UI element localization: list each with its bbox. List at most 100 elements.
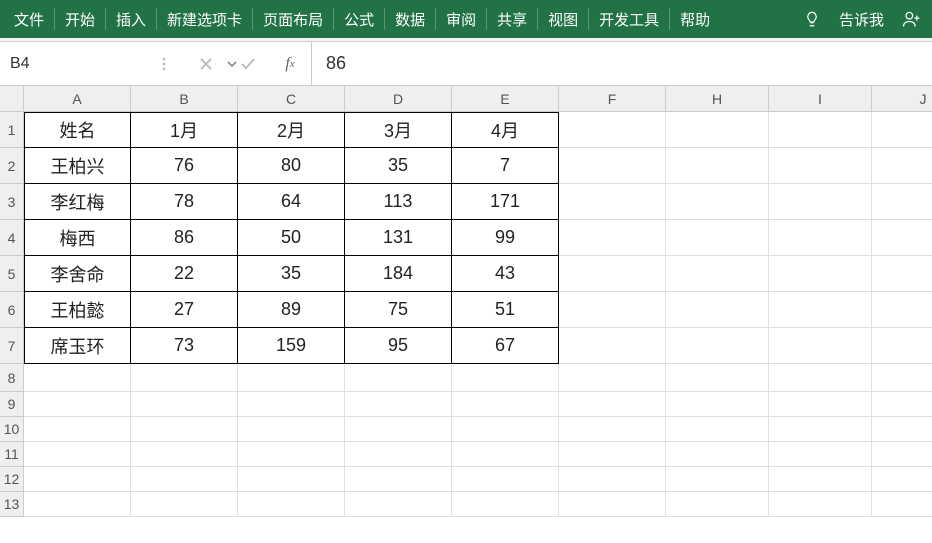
row-header-7[interactable]: 7 bbox=[0, 328, 24, 364]
cell-A6[interactable]: 王柏懿 bbox=[24, 292, 131, 328]
cell-J7[interactable] bbox=[872, 328, 932, 364]
cell-F6[interactable] bbox=[559, 292, 666, 328]
cell-C13[interactable] bbox=[238, 492, 345, 517]
ribbon-tab-2[interactable]: 插入 bbox=[106, 1, 156, 38]
cell-I13[interactable] bbox=[769, 492, 872, 517]
cell-A2[interactable]: 王柏兴 bbox=[24, 148, 131, 184]
cancel-icon[interactable] bbox=[185, 42, 227, 85]
cell-C8[interactable] bbox=[238, 364, 345, 392]
cell-A3[interactable]: 李红梅 bbox=[24, 184, 131, 220]
cell-B6[interactable]: 27 bbox=[131, 292, 238, 328]
cell-E1[interactable]: 4月 bbox=[452, 112, 559, 148]
cell-D1[interactable]: 3月 bbox=[345, 112, 452, 148]
cell-H9[interactable] bbox=[666, 392, 769, 417]
cell-C2[interactable]: 80 bbox=[238, 148, 345, 184]
col-header-J[interactable]: J bbox=[872, 86, 932, 112]
cell-I4[interactable] bbox=[769, 220, 872, 256]
col-header-A[interactable]: A bbox=[24, 86, 131, 112]
col-header-E[interactable]: E bbox=[452, 86, 559, 112]
row-header-8[interactable]: 8 bbox=[0, 364, 24, 392]
row-header-5[interactable]: 5 bbox=[0, 256, 24, 292]
cell-C10[interactable] bbox=[238, 417, 345, 442]
cell-F2[interactable] bbox=[559, 148, 666, 184]
cell-E11[interactable] bbox=[452, 442, 559, 467]
cell-A5[interactable]: 李舍命 bbox=[24, 256, 131, 292]
row-header-10[interactable]: 10 bbox=[0, 417, 24, 442]
cell-H5[interactable] bbox=[666, 256, 769, 292]
cell-C3[interactable]: 64 bbox=[238, 184, 345, 220]
cell-H11[interactable] bbox=[666, 442, 769, 467]
cell-C6[interactable]: 89 bbox=[238, 292, 345, 328]
cell-C1[interactable]: 2月 bbox=[238, 112, 345, 148]
ribbon-tab-0[interactable]: 文件 bbox=[4, 1, 54, 38]
cell-I2[interactable] bbox=[769, 148, 872, 184]
cell-H4[interactable] bbox=[666, 220, 769, 256]
row-header-6[interactable]: 6 bbox=[0, 292, 24, 328]
cell-H7[interactable] bbox=[666, 328, 769, 364]
cell-D2[interactable]: 35 bbox=[345, 148, 452, 184]
cell-A9[interactable] bbox=[24, 392, 131, 417]
cell-C5[interactable]: 35 bbox=[238, 256, 345, 292]
cell-F9[interactable] bbox=[559, 392, 666, 417]
cell-I3[interactable] bbox=[769, 184, 872, 220]
cell-D4[interactable]: 131 bbox=[345, 220, 452, 256]
cell-I8[interactable] bbox=[769, 364, 872, 392]
row-header-12[interactable]: 12 bbox=[0, 467, 24, 492]
col-header-H[interactable]: H bbox=[666, 86, 769, 112]
cell-D13[interactable] bbox=[345, 492, 452, 517]
cell-E9[interactable] bbox=[452, 392, 559, 417]
ribbon-tab-10[interactable]: 开发工具 bbox=[589, 1, 669, 38]
cell-H13[interactable] bbox=[666, 492, 769, 517]
row-header-1[interactable]: 1 bbox=[0, 112, 24, 148]
cell-F4[interactable] bbox=[559, 220, 666, 256]
cell-D9[interactable] bbox=[345, 392, 452, 417]
cell-E4[interactable]: 99 bbox=[452, 220, 559, 256]
col-header-F[interactable]: F bbox=[559, 86, 666, 112]
cell-J10[interactable] bbox=[872, 417, 932, 442]
cell-J6[interactable] bbox=[872, 292, 932, 328]
cell-J13[interactable] bbox=[872, 492, 932, 517]
formula-input[interactable] bbox=[312, 42, 932, 85]
ribbon-tab-5[interactable]: 公式 bbox=[334, 1, 384, 38]
cell-C9[interactable] bbox=[238, 392, 345, 417]
tell-me[interactable]: 告诉我 bbox=[829, 1, 894, 38]
cell-E8[interactable] bbox=[452, 364, 559, 392]
cell-B7[interactable]: 73 bbox=[131, 328, 238, 364]
cell-E2[interactable]: 7 bbox=[452, 148, 559, 184]
cell-B4[interactable]: 86 bbox=[131, 220, 238, 256]
cell-F1[interactable] bbox=[559, 112, 666, 148]
cell-B12[interactable] bbox=[131, 467, 238, 492]
cell-I1[interactable] bbox=[769, 112, 872, 148]
cell-B9[interactable] bbox=[131, 392, 238, 417]
cell-A10[interactable] bbox=[24, 417, 131, 442]
cell-F11[interactable] bbox=[559, 442, 666, 467]
select-all-corner[interactable] bbox=[0, 86, 24, 112]
cell-I10[interactable] bbox=[769, 417, 872, 442]
cell-C4[interactable]: 50 bbox=[238, 220, 345, 256]
cell-H6[interactable] bbox=[666, 292, 769, 328]
cell-D8[interactable] bbox=[345, 364, 452, 392]
ribbon-tab-6[interactable]: 数据 bbox=[385, 1, 435, 38]
cell-C12[interactable] bbox=[238, 467, 345, 492]
col-header-C[interactable]: C bbox=[238, 86, 345, 112]
row-header-3[interactable]: 3 bbox=[0, 184, 24, 220]
cell-A12[interactable] bbox=[24, 467, 131, 492]
cell-I6[interactable] bbox=[769, 292, 872, 328]
cell-J2[interactable] bbox=[872, 148, 932, 184]
cell-F7[interactable] bbox=[559, 328, 666, 364]
cell-I9[interactable] bbox=[769, 392, 872, 417]
cell-H3[interactable] bbox=[666, 184, 769, 220]
sheet-grid[interactable]: ABCDEFHIJ 12345678910111213 姓名1月2月3月4月王柏… bbox=[0, 86, 932, 543]
cell-D7[interactable]: 95 bbox=[345, 328, 452, 364]
cell-B10[interactable] bbox=[131, 417, 238, 442]
cell-H8[interactable] bbox=[666, 364, 769, 392]
cell-F3[interactable] bbox=[559, 184, 666, 220]
cell-E7[interactable]: 67 bbox=[452, 328, 559, 364]
row-header-11[interactable]: 11 bbox=[0, 442, 24, 467]
row-header-13[interactable]: 13 bbox=[0, 492, 24, 517]
ribbon-tab-3[interactable]: 新建选项卡 bbox=[157, 1, 252, 38]
cell-F13[interactable] bbox=[559, 492, 666, 517]
ribbon-tab-4[interactable]: 页面布局 bbox=[253, 1, 333, 38]
ribbon-tab-8[interactable]: 共享 bbox=[487, 1, 537, 38]
cell-F5[interactable] bbox=[559, 256, 666, 292]
